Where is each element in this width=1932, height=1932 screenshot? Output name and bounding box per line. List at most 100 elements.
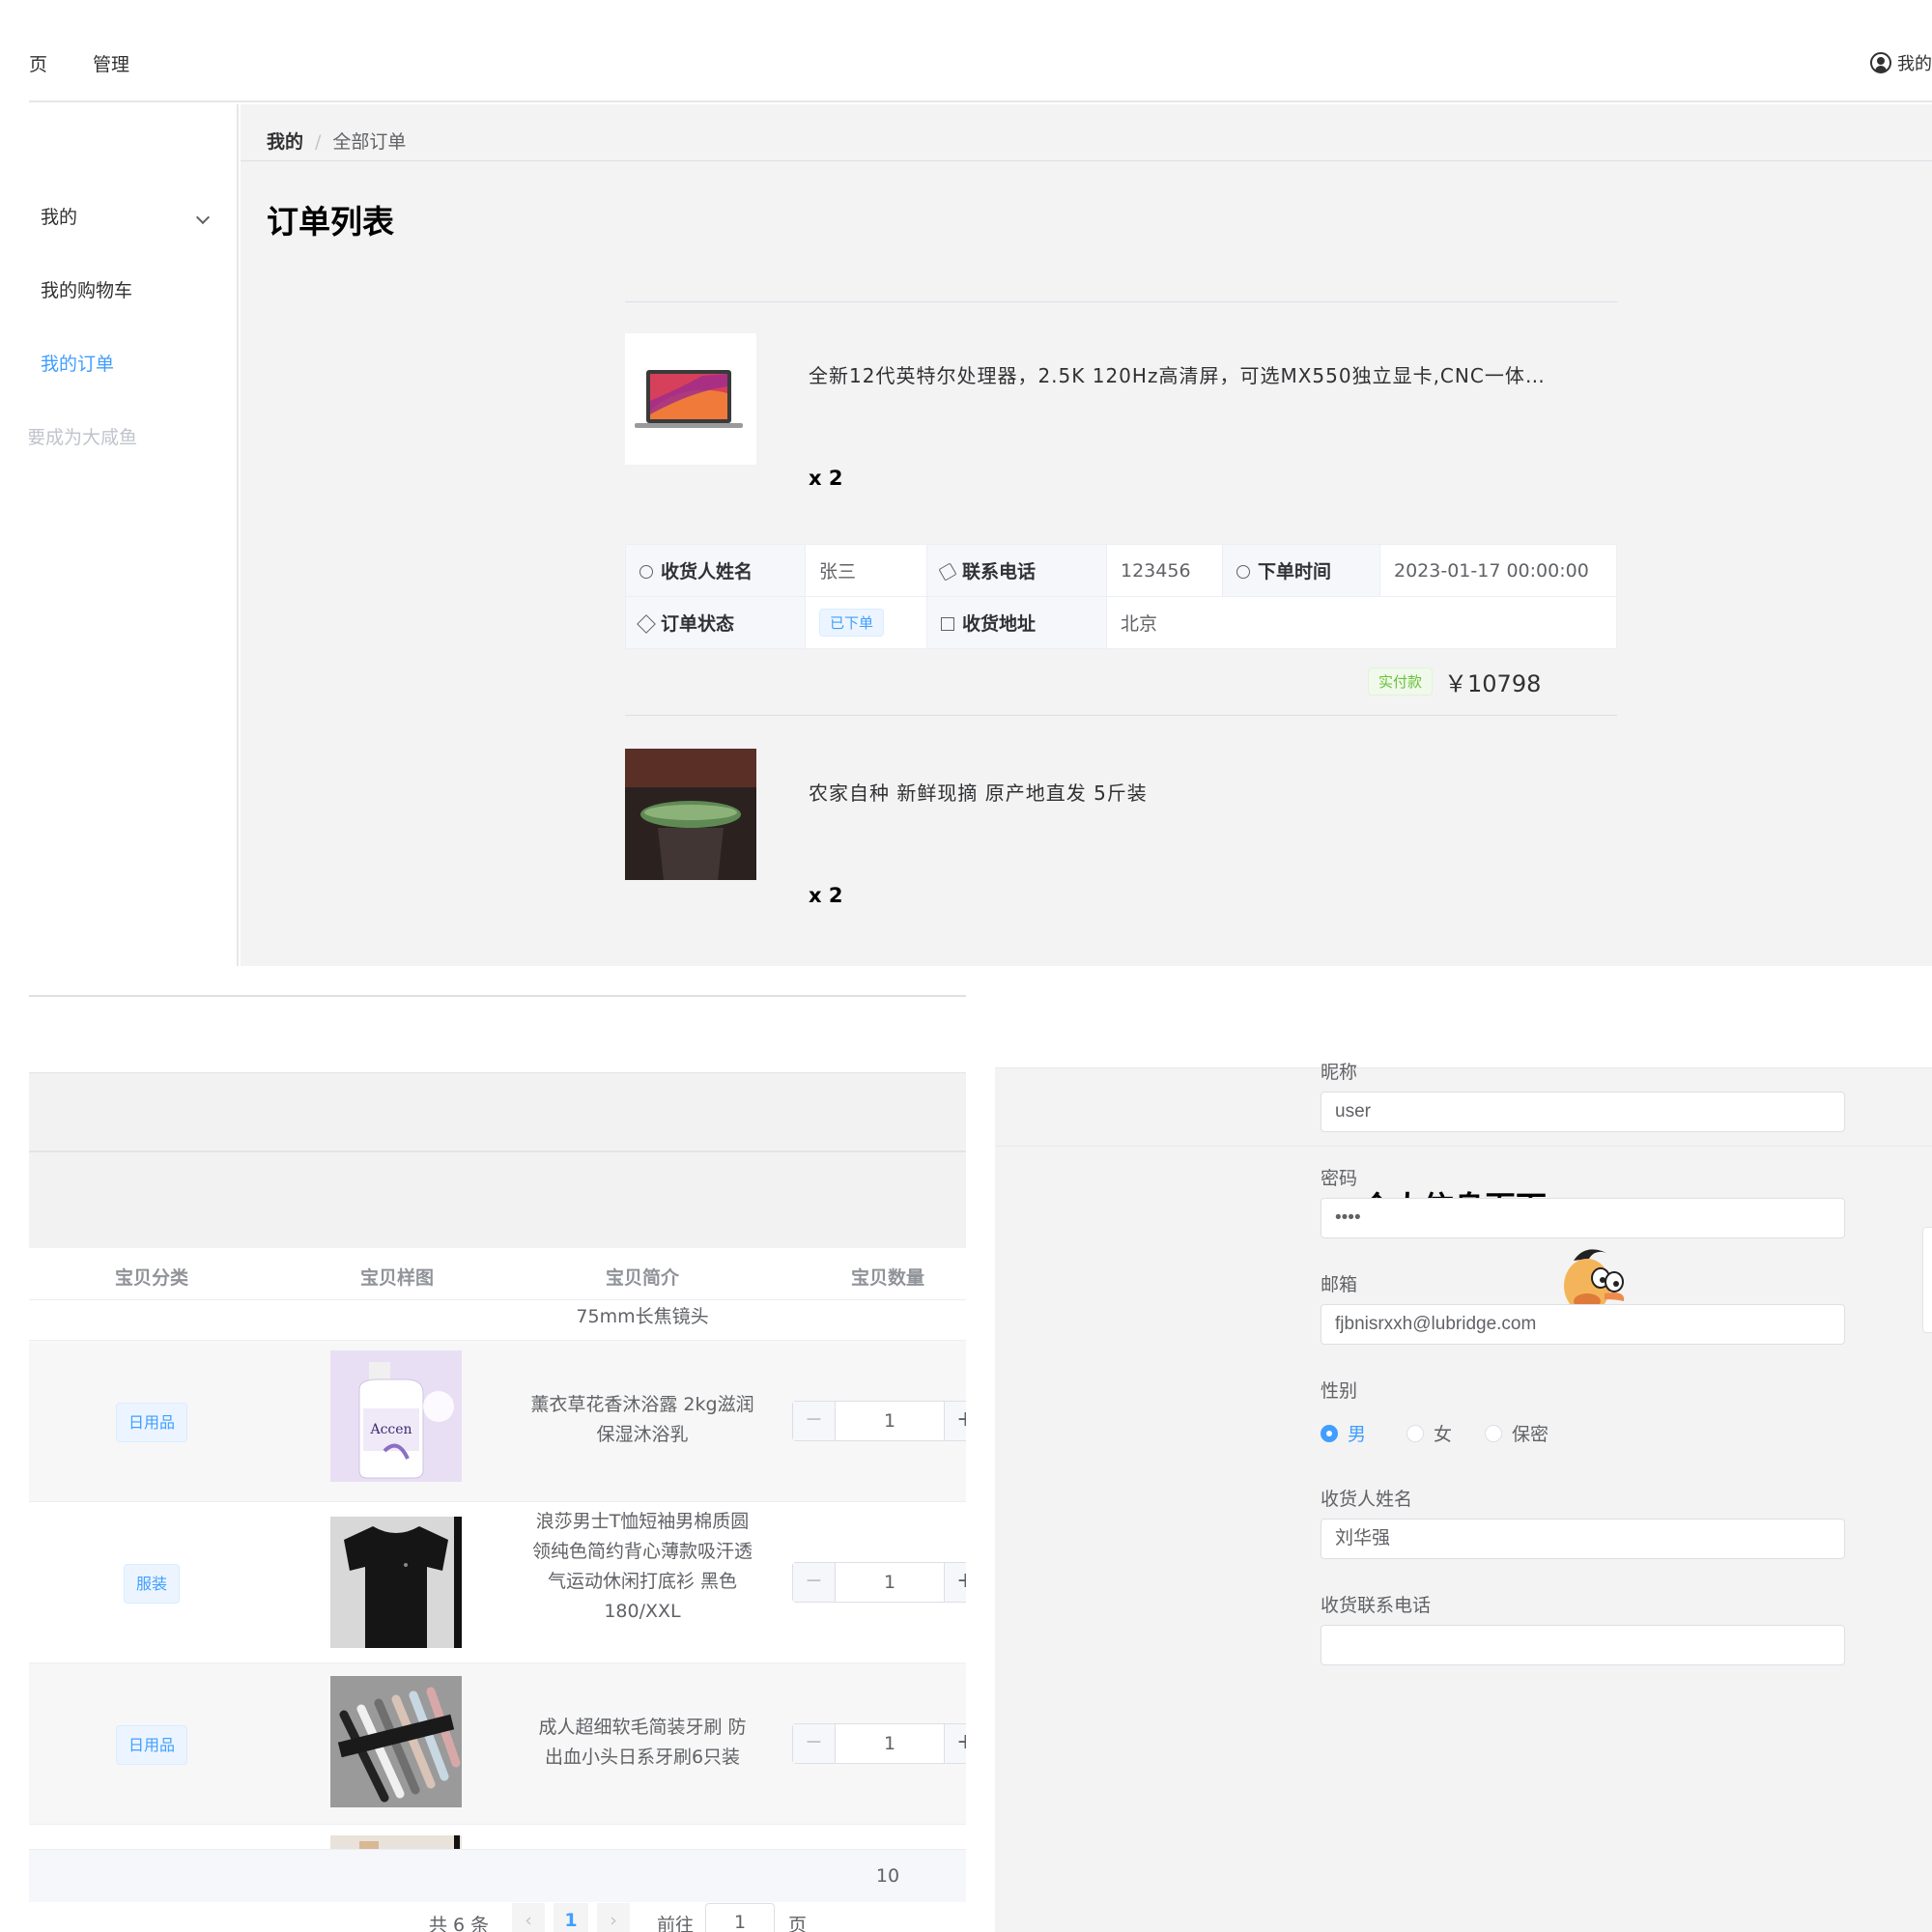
phone-value: 123456: [1106, 544, 1223, 597]
profile-form: 个人信息页面 昵称 user 密码 •••• 邮箱 fjbnisrxxh@lub…: [995, 966, 1932, 1932]
gender-radio-secret[interactable]: 保密: [1485, 1420, 1548, 1446]
table-row: 服装 浪莎男士T恤短袖男棉质圆领纯色简约背心薄款吸汗透气运动休闲打底衫 黑色 1…: [29, 1502, 966, 1663]
row-category: 日用品: [29, 1725, 274, 1765]
order-product-image-laptop[interactable]: [625, 333, 756, 465]
goto-label: 前往: [657, 1915, 695, 1932]
pagination: 共 6 条 ‹ 1 › 前往 1 页: [29, 1903, 966, 1932]
receiver-value: 张三: [805, 544, 927, 597]
status-cell: 已下单: [805, 596, 927, 649]
radio-label: 女: [1434, 1424, 1453, 1445]
nickname-label: 昵称: [1321, 1062, 1358, 1083]
breadcrumb-root[interactable]: 我的: [267, 131, 303, 153]
table-row: [29, 1825, 966, 1850]
next-page-button[interactable]: ›: [597, 1903, 630, 1932]
goto-page-input[interactable]: 1: [705, 1903, 775, 1932]
radio-dot: [1321, 1424, 1338, 1442]
table-row: 日用品 成人超细软毛简装牙刷 防出血小头日系牙刷6只装 − 1 +: [29, 1663, 966, 1825]
quantity-input[interactable]: 1: [836, 1724, 944, 1763]
nav-item-home[interactable]: 页: [29, 50, 47, 76]
status-label: 订单状态: [661, 613, 735, 635]
svg-text:Accen: Accen: [369, 1422, 412, 1437]
order-product-quantity: x 2: [809, 884, 843, 907]
order-details-table: 收货人姓名 张三 联系电话 123456 下单时间 2023-01-17 00:…: [625, 544, 1617, 649]
page-number-button[interactable]: 1: [554, 1903, 588, 1932]
breadcrumb: 我的 / 全部订单: [267, 128, 406, 154]
increase-button[interactable]: +: [944, 1402, 966, 1440]
order-price-row: 实付款 ￥10798: [1368, 665, 1541, 698]
chevron-down-icon: [195, 210, 211, 225]
product-image[interactable]: [330, 1835, 462, 1849]
quantity-stepper[interactable]: − 1 +: [792, 1562, 966, 1603]
gender-radio-male[interactable]: 男: [1321, 1420, 1366, 1446]
address-label: 收货地址: [962, 613, 1037, 635]
receiver-name-label: 收货人姓名: [1321, 1489, 1413, 1510]
total-quantity: 10: [875, 1865, 900, 1887]
receiver-label-cell: 收货人姓名: [625, 544, 806, 597]
order-time-value: 2023-01-17 00:00:00: [1379, 544, 1617, 597]
email-label: 邮箱: [1321, 1274, 1358, 1295]
category-badge: 日用品: [115, 1725, 187, 1765]
building-icon: [941, 617, 954, 631]
product-image-tshirt[interactable]: [330, 1517, 462, 1648]
address-value: 北京: [1106, 596, 1617, 649]
phone-label: 联系电话: [962, 561, 1037, 582]
quantity-stepper[interactable]: − 1 +: [792, 1723, 966, 1764]
orders-window: 页 管理 我的 我的 我的购物车 我的订单 要成为大咸鱼 我的 / 全部订单 订单列…: [29, 0, 1932, 966]
receiver-phone-field[interactable]: [1321, 1625, 1845, 1665]
sidebar-item-become-seller[interactable]: 要成为大咸鱼: [29, 423, 137, 449]
gender-radio-female[interactable]: 女: [1406, 1420, 1452, 1446]
receiver-label: 收货人姓名: [661, 561, 753, 582]
decrease-button[interactable]: −: [793, 1402, 836, 1440]
prev-page-button[interactable]: ‹: [512, 1903, 545, 1932]
box-icon: [637, 614, 656, 634]
product-image-bodywash[interactable]: Accen: [330, 1350, 462, 1482]
receiver-name-field[interactable]: 刘华强: [1321, 1519, 1845, 1559]
page-unit-label: 页: [788, 1915, 808, 1932]
breadcrumb-current: 全部订单: [332, 131, 407, 153]
nickname-field[interactable]: user: [1321, 1092, 1845, 1132]
quantity-stepper[interactable]: − 1 +: [792, 1401, 966, 1441]
phone-icon: [938, 562, 957, 582]
order-product-name[interactable]: 全新12代英特尔处理器，2.5K 120Hz高清屏，可选MX550独立显卡,CN…: [809, 360, 1546, 388]
row-category: 服装: [29, 1564, 274, 1604]
page-title: 订单列表: [267, 203, 394, 241]
user-menu[interactable]: 我的: [1870, 50, 1932, 75]
divider: [29, 995, 966, 997]
user-circle-icon: [1870, 52, 1891, 73]
row-description: 75mm长焦镜头: [576, 1306, 709, 1327]
cart-header-area: [29, 1072, 966, 1248]
order-price: ￥10798: [1444, 670, 1542, 697]
order-time-label: 下单时间: [1258, 561, 1332, 582]
email-field[interactable]: fjbnisrxxh@lubridge.com: [1321, 1304, 1845, 1345]
phone-label-cell: 联系电话: [926, 544, 1107, 597]
clock-icon: [1236, 565, 1250, 579]
increase-button[interactable]: +: [944, 1563, 966, 1602]
row-description: 浪莎男士T恤短袖男棉质圆领纯色简约背心薄款吸汗透气运动休闲打底衫 黑色 180/…: [531, 1511, 753, 1622]
address-label-cell: 收货地址: [926, 596, 1107, 649]
cart-summary-row: 10: [29, 1850, 966, 1902]
decrease-button[interactable]: −: [793, 1724, 836, 1763]
row-description: 薰衣草花香沐浴露 2kg滋润保湿沐浴乳: [530, 1394, 754, 1445]
sidebar-item-orders[interactable]: 我的订单: [41, 350, 114, 376]
decrease-button[interactable]: −: [793, 1563, 836, 1602]
product-image-toothbrush[interactable]: [330, 1676, 462, 1807]
password-field[interactable]: ••••: [1321, 1198, 1845, 1238]
breadcrumb-divider: [241, 160, 1932, 161]
category-badge: 服装: [123, 1564, 180, 1604]
nav-item-manage[interactable]: 管理: [93, 50, 129, 76]
sidebar-item-mine[interactable]: 我的: [41, 203, 77, 229]
quantity-input[interactable]: 1: [836, 1402, 944, 1440]
radio-dot: [1485, 1424, 1502, 1442]
table-row: 日用品 Accen 薰衣草花香沐浴露 2kg滋润保湿沐浴乳 − 1 +: [29, 1341, 966, 1502]
sidebar-item-cart[interactable]: 我的购物车: [41, 276, 132, 302]
increase-button[interactable]: +: [944, 1724, 966, 1763]
orders-main: 我的 / 全部订单 订单列表 全新12代英特尔处理器，2.5K 120Hz高清屏，可…: [241, 104, 1932, 966]
order-product-quantity: x 2: [809, 467, 843, 490]
order-product-image-cucumber[interactable]: [625, 749, 756, 880]
row-category: 日用品: [29, 1403, 274, 1442]
radio-label: 男: [1348, 1424, 1367, 1445]
cart-table-header: 宝贝分类 宝贝样图 宝贝简介 宝贝数量: [29, 1248, 966, 1300]
quantity-input[interactable]: 1: [836, 1563, 944, 1602]
order-product-name[interactable]: 农家自种 新鲜现摘 原产地直发 5斤装: [809, 778, 1148, 806]
category-badge: 日用品: [115, 1403, 187, 1442]
